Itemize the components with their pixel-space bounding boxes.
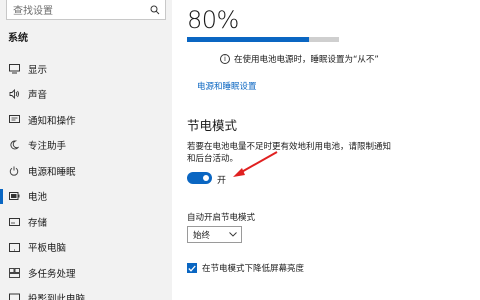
search-icon[interactable] (145, 0, 165, 20)
nav-list: 显示 声音 通知和操作 专注助手 电源和睡眠 电池 存储 平板电脑 多任务处理 … (0, 56, 172, 300)
sidebar-item-display[interactable]: 显示 (0, 56, 172, 82)
toggle-knob (203, 175, 209, 181)
sidebar: 查找设置 系统 显示 声音 通知和操作 专注助手 电源和睡眠 电池 存储 平板电… (0, 0, 172, 300)
dropdown-selected-value: 始终 (193, 230, 211, 241)
sidebar-item-focus-assist[interactable]: 专注助手 (0, 133, 172, 159)
sidebar-item-label: 存储 (28, 217, 48, 229)
section-title: 系统 (8, 33, 28, 44)
sidebar-item-label: 投影到此电脑 (28, 294, 86, 300)
sidebar-item-sound[interactable]: 声音 (0, 82, 172, 108)
sidebar-item-power-sleep[interactable]: 电源和睡眠 (0, 158, 172, 184)
battery-level-fill (187, 37, 309, 42)
sleep-info: i 在使用电池电源时，睡眠设置为“从不” (220, 53, 379, 65)
sidebar-item-multitasking[interactable]: 多任务处理 (0, 260, 172, 286)
multitask-icon (8, 267, 20, 279)
sidebar-item-label: 显示 (28, 64, 48, 76)
storage-icon (8, 216, 20, 228)
power-sleep-settings-link[interactable]: 电源和睡眠设置 (197, 80, 257, 92)
sidebar-item-tablet[interactable]: 平板电脑 (0, 235, 172, 261)
search-input[interactable]: 查找设置 (6, 0, 166, 20)
sidebar-item-label: 通知和操作 (28, 115, 76, 127)
projector-icon (8, 292, 20, 300)
notification-icon (8, 114, 20, 126)
battery-saver-heading: 节电模式 (187, 118, 238, 133)
sidebar-item-storage[interactable]: 存储 (0, 209, 172, 235)
lower-brightness-option[interactable]: 在节电模式下降低屏幕亮度 (187, 262, 304, 274)
moon-icon (8, 139, 20, 151)
lower-brightness-checkbox[interactable] (187, 263, 197, 273)
sidebar-item-battery[interactable]: 电池 (0, 184, 172, 210)
auto-battery-saver-dropdown[interactable]: 始终 (187, 226, 242, 243)
power-icon (8, 165, 20, 177)
sleep-info-text: 在使用电池电源时，睡眠设置为“从不” (234, 55, 379, 65)
sidebar-item-projecting[interactable]: 投影到此电脑 (0, 286, 172, 300)
chevron-down-icon (227, 229, 239, 241)
sidebar-item-label: 多任务处理 (28, 268, 76, 280)
display-icon (8, 63, 20, 75)
info-icon: i (220, 54, 230, 64)
auto-battery-saver-label: 自动开启节电模式 (187, 213, 256, 223)
sidebar-item-label: 电源和睡眠 (28, 166, 76, 178)
search-placeholder: 查找设置 (13, 6, 53, 17)
battery-settings-pane: 80% i 在使用电池电源时，睡眠设置为“从不” 电源和睡眠设置 节电模式 若要… (172, 0, 480, 300)
sidebar-item-label: 电池 (28, 192, 48, 204)
sidebar-item-label: 专注助手 (28, 141, 67, 153)
lower-brightness-label: 在节电模式下降低屏幕亮度 (202, 264, 305, 274)
battery-saver-description: 若要在电池电量不足时更有效地利用电池，请限制通知和后台活动。 (187, 142, 392, 164)
battery-saver-toggle-state: 开 (217, 176, 227, 186)
sidebar-item-label: 平板电脑 (28, 243, 67, 255)
battery-saver-toggle[interactable] (187, 172, 212, 184)
battery-level-bar (187, 37, 339, 42)
battery-percent: 80% (187, 6, 239, 34)
battery-icon (8, 190, 20, 202)
sidebar-item-notifications[interactable]: 通知和操作 (0, 107, 172, 133)
tablet-icon (8, 241, 20, 253)
annotation-arrow-icon (233, 151, 278, 177)
sound-icon (8, 88, 20, 100)
sidebar-item-label: 声音 (28, 90, 48, 102)
